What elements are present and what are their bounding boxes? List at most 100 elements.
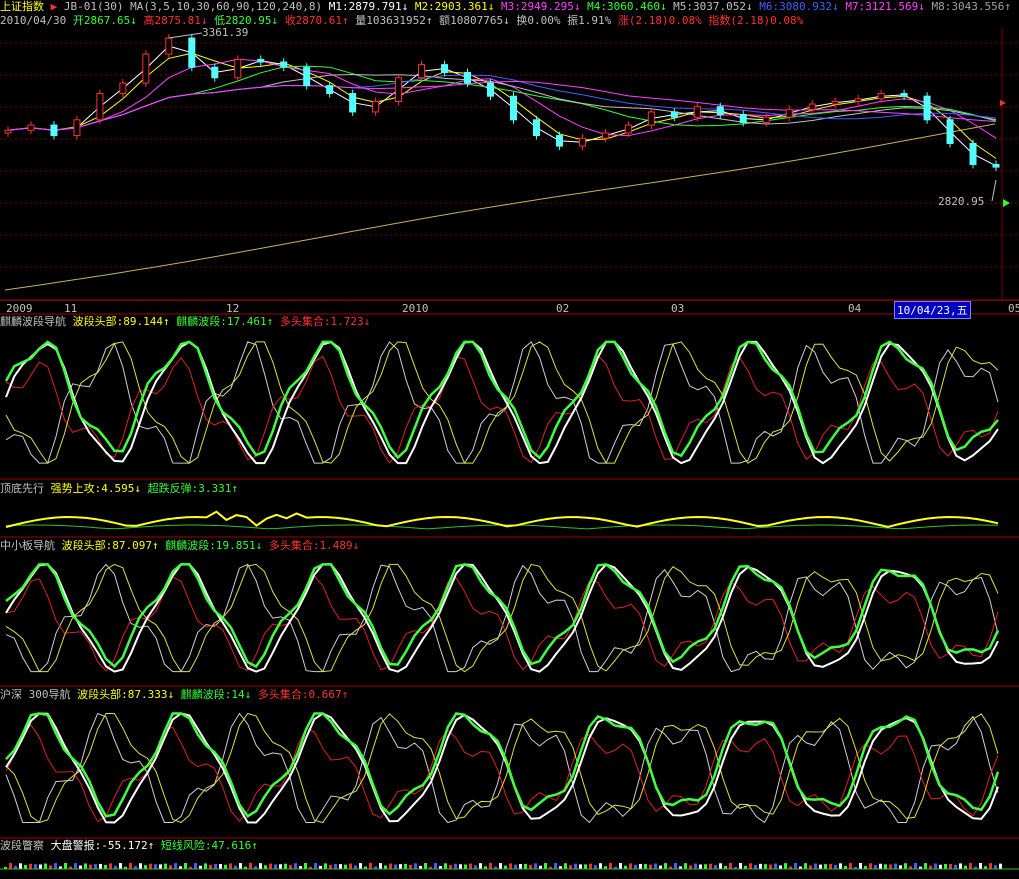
panel1-wave-down-line (5, 340, 999, 465)
panel5-bar-163 (819, 864, 822, 869)
panel5-bar-123 (619, 863, 622, 869)
panel5-bar-118 (594, 865, 597, 869)
panel5-bar-9 (49, 865, 52, 869)
panel3-title[interactable]: 中小板导航 (0, 539, 55, 552)
panel5-bar-154 (774, 863, 777, 869)
panel5-bar-68 (344, 864, 347, 869)
x-axis: 2009 11 12 2010 02 03 04 10/04/23,五 05 (0, 300, 1019, 319)
panel5-bar-145 (729, 863, 732, 869)
panel5-bar-158 (794, 863, 797, 869)
panel5-bar-91 (459, 864, 462, 869)
panel3-value-2: 麒麟波段:19.851↓ (158, 539, 263, 552)
ma-line-m8 (4, 123, 996, 291)
panel5-bar-100 (504, 865, 507, 869)
x-tick-05: 05 (1008, 302, 1019, 315)
panel5-bar-173 (869, 863, 872, 869)
panel5-bar-139 (699, 864, 702, 869)
panel5-bar-67 (339, 864, 342, 869)
candle-body-39 (900, 93, 908, 97)
panel5-bar-108 (544, 863, 547, 869)
candle-body-2 (50, 124, 58, 137)
panel5-bar-60 (304, 863, 307, 869)
panel5-bar-138 (694, 863, 697, 869)
panel5-bar-162 (814, 863, 817, 869)
panel5-bar-31 (159, 864, 162, 869)
panel5-bar-130 (654, 863, 657, 869)
candle-body-37 (854, 98, 862, 102)
panel1-title[interactable]: 麒麟波段导航 (0, 315, 66, 328)
panel5-bar-36 (184, 863, 187, 869)
panel5-bar-88 (444, 863, 447, 869)
candle-body-12 (280, 61, 288, 68)
panel5-bar-117 (589, 863, 592, 869)
panel1-values: 波段头部:89.144↑ 麒麟波段:17.461↑ 多头集合:1.723↓ (73, 315, 371, 328)
panel5-bar-78 (394, 864, 397, 869)
panel5-bar-143 (719, 863, 722, 869)
candle-body-28 (647, 111, 655, 126)
panel5-bar-53 (269, 863, 272, 869)
panel5-bar-82 (414, 863, 417, 869)
candle-body-7 (165, 37, 173, 55)
panel5-bar-42 (214, 863, 217, 869)
chart-canvas[interactable] (0, 0, 1019, 879)
candle-body-42 (969, 142, 977, 165)
panel5-bar-199 (999, 863, 1002, 869)
panel5-bar-69 (349, 863, 352, 869)
panel4-top-line (5, 712, 999, 824)
panel5-bar-166 (834, 864, 837, 869)
candle-body-3 (73, 119, 81, 137)
panel5-bar-12 (64, 863, 67, 869)
panel1-wave-up-line (4, 340, 999, 460)
panel5-bar-101 (509, 863, 512, 869)
panel5-bar-20 (104, 864, 107, 869)
panel3-value-3: 多头集合:1.489↓ (262, 539, 360, 552)
panel4-title[interactable]: 沪深 300导航 (0, 688, 71, 701)
panel5-bar-141 (709, 863, 712, 869)
panel2-value-2: 超跌反弹:3.331↑ (140, 482, 238, 495)
panel5-bar-19 (99, 863, 102, 869)
x-tick-2010: 2010 (402, 302, 429, 315)
panel5-bar-89 (449, 865, 452, 869)
panel1-value-2: 麒麟波段:17.461↑ (169, 315, 274, 328)
candle-body-19 (441, 64, 449, 74)
x-tick-12: 12 (226, 302, 240, 315)
max-price-leader (168, 32, 203, 39)
ma-line-m1 (7, 45, 997, 167)
panel5-bar-66 (334, 863, 337, 869)
cursor-date-label[interactable]: 10/04/23,五 (894, 301, 971, 319)
panel5-bar-43 (219, 864, 222, 869)
panel5-bar-18 (94, 864, 97, 869)
panel5-bar-28 (144, 865, 147, 869)
panel5-bar-5 (29, 863, 32, 869)
x-tick-2009: 2009 (6, 302, 33, 315)
panel2-header: 顶底先行 强势上攻:4.595↓ 超跌反弹:3.331↑ (0, 482, 238, 496)
panel5-bar-119 (599, 863, 602, 869)
candle-body-13 (303, 66, 311, 87)
panel5-bar-164 (824, 864, 827, 869)
candle-body-0 (4, 129, 12, 134)
panel2-title[interactable]: 顶底先行 (0, 482, 44, 495)
candle-body-32 (739, 114, 747, 123)
candle-body-9 (211, 66, 219, 79)
panel5-bar-179 (899, 865, 902, 869)
panel5-bar-140 (704, 864, 707, 869)
panel5-bar-113 (569, 865, 572, 869)
panel5-bar-175 (879, 863, 882, 869)
panel5-bar-177 (889, 864, 892, 869)
x-tick-03: 03 (671, 302, 685, 315)
candle-body-5 (119, 82, 127, 95)
panel1-top-line (5, 341, 999, 464)
panel5-bar-52 (264, 865, 267, 869)
candle-body-43 (992, 163, 1000, 168)
panel5-bar-14 (74, 863, 77, 869)
candle-body-27 (624, 124, 632, 134)
panel5-bar-187 (939, 864, 942, 869)
panel1-value-1: 波段头部:89.144↑ (72, 315, 170, 328)
panel5-bar-102 (514, 864, 517, 869)
candle-body-31 (716, 106, 724, 116)
candle-body-41 (946, 119, 954, 144)
panel5-title[interactable]: 波段瞥察 (0, 839, 44, 852)
panel5-bar-136 (684, 863, 687, 869)
panel5-bar-180 (904, 863, 907, 869)
candle-body-15 (349, 93, 357, 113)
